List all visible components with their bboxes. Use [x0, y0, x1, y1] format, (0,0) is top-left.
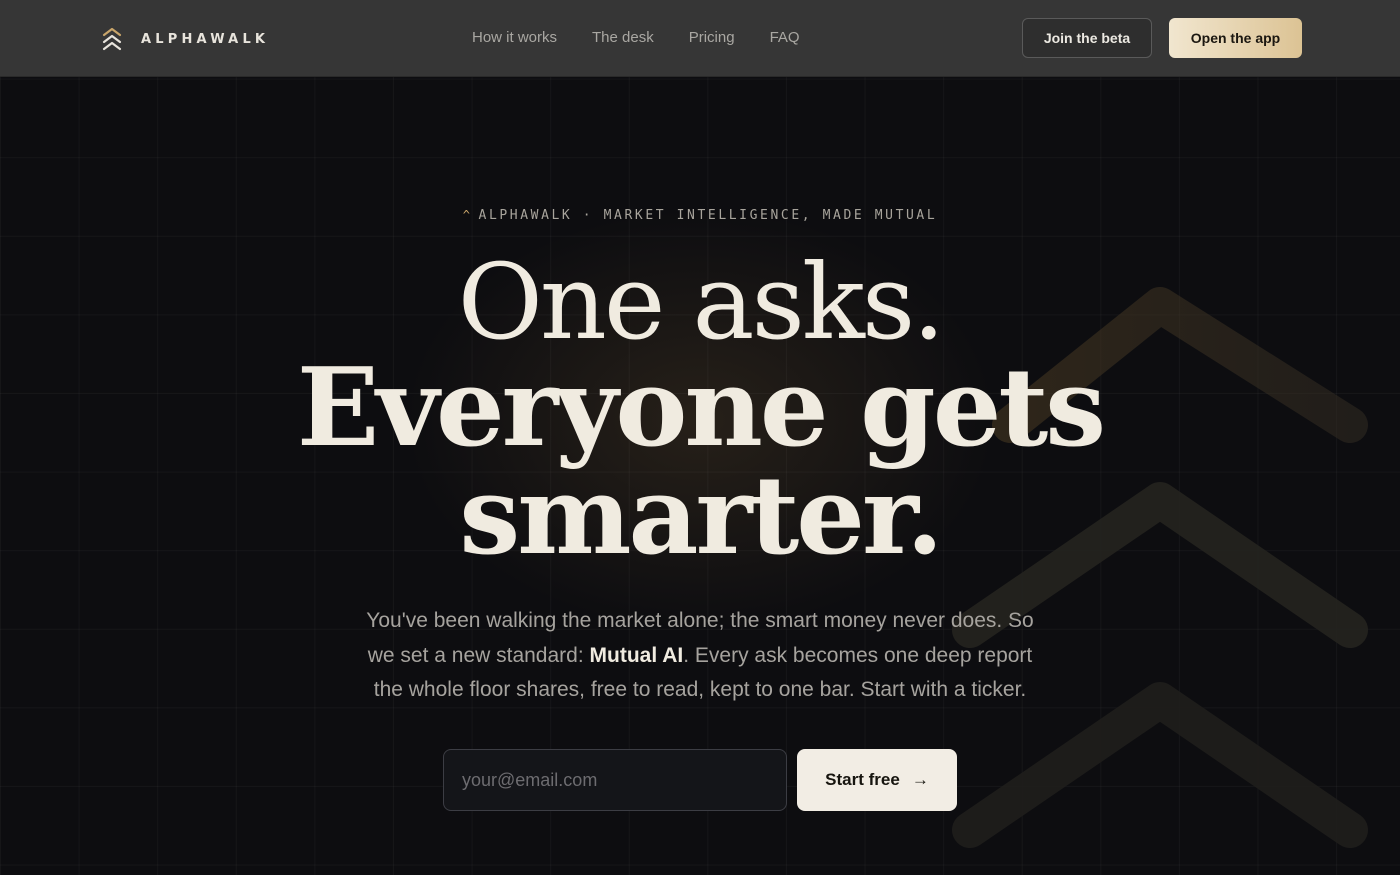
hero-headline-line-3: smarter. [459, 453, 943, 579]
nav-link-the-desk[interactable]: The desk [592, 28, 654, 48]
start-free-label: Start free [825, 770, 900, 789]
brand-logo[interactable]: ALPHAWALK [101, 26, 269, 52]
nav-link-pricing[interactable]: Pricing [689, 28, 735, 48]
join-beta-button[interactable]: Join the beta [1022, 18, 1152, 58]
eyebrow-text: ALPHAWALK · MARKET INTELLIGENCE, MADE MU… [478, 208, 938, 223]
nav-link-how-it-works[interactable]: How it works [472, 28, 557, 48]
caret-up-icon: ^ [462, 208, 473, 222]
arrow-right-icon: → [911, 770, 929, 789]
email-input[interactable] [443, 749, 787, 811]
start-free-button[interactable]: Start free → [797, 749, 957, 811]
subtitle-highlight: Mutual AI [589, 643, 684, 667]
hero-eyebrow: ^ ALPHAWALK · MARKET INTELLIGENCE, MADE M… [0, 208, 1400, 223]
open-app-button[interactable]: Open the app [1169, 18, 1302, 58]
main-nav: How it works The desk Pricing FAQ [472, 28, 835, 48]
top-navbar: ALPHAWALK How it works The desk Pricing … [0, 0, 1400, 77]
hero-headline-line-1: One asks. [457, 241, 946, 363]
brand-name: ALPHAWALK [141, 31, 270, 47]
nav-link-faq[interactable]: FAQ [770, 28, 800, 48]
double-chevron-up-icon [102, 27, 122, 51]
hero-headline-line-2: Everyone gets [296, 345, 1106, 471]
landing-page: ALPHAWALK How it works The desk Pricing … [0, 0, 1400, 875]
hero-subtitle: You've been walking the market alone; th… [360, 604, 1040, 708]
